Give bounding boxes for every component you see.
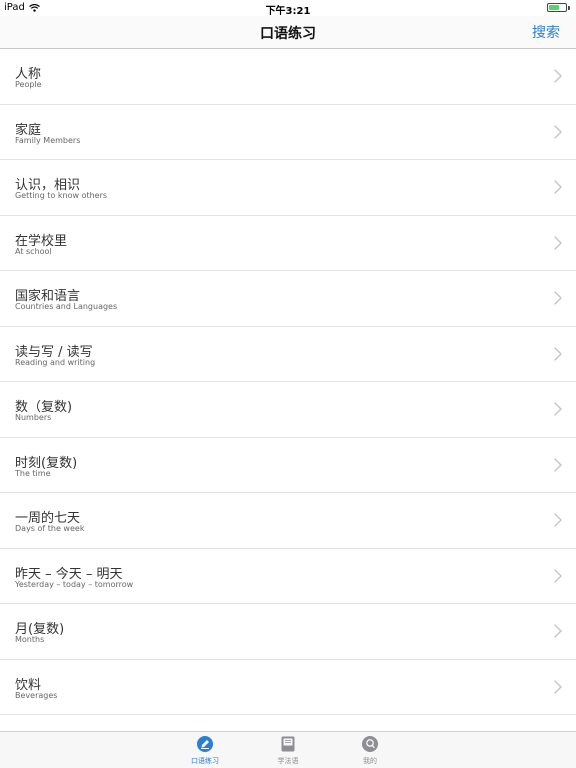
- list-item-subtitle: Months: [15, 635, 45, 644]
- status-bar: iPad 下午3:21: [0, 0, 576, 17]
- profile-icon: [362, 736, 378, 752]
- tab-speaking-practice[interactable]: 口语练习: [175, 735, 235, 766]
- list-item[interactable]: 一周的七天 Days of the week: [0, 493, 576, 549]
- list-item[interactable]: 在学校里 At school: [0, 216, 576, 271]
- chevron-right-icon: [554, 291, 562, 305]
- page-title: 口语练习: [260, 26, 316, 42]
- battery-icon: [547, 3, 567, 12]
- list-item[interactable]: 家庭 Family Members: [0, 105, 576, 160]
- chevron-right-icon: [554, 513, 562, 527]
- chevron-right-icon: [554, 124, 562, 139]
- list-item[interactable]: 昨天 – 今天 – 明天 Yesterday – today – tomorro…: [0, 549, 576, 604]
- tab-learn-french[interactable]: 学法语: [258, 735, 318, 766]
- chevron-right-icon: [554, 457, 562, 472]
- chevron-right-icon: [554, 235, 562, 250]
- list-item[interactable]: 数（复数) Numbers: [0, 382, 576, 438]
- list-item-subtitle: Beverages: [15, 690, 58, 700]
- list-item[interactable]: 国家和语言 Countries and Languages: [0, 271, 576, 327]
- battery-tip: [568, 5, 570, 10]
- chevron-right-icon: [554, 180, 562, 194]
- list-item[interactable]: 认识，相识 Getting to know others: [0, 160, 576, 216]
- navigation-bar: 口语练习 搜索: [0, 16, 576, 49]
- list-item-subtitle: Family Members: [15, 135, 81, 145]
- list-item-subtitle: Days of the week: [15, 524, 85, 533]
- chevron-right-icon: [554, 69, 562, 83]
- chevron-right-icon: [554, 346, 562, 361]
- chevron-right-icon: [554, 624, 562, 638]
- status-time: 下午3:21: [265, 6, 311, 17]
- list-item-subtitle: At school: [15, 246, 52, 256]
- list-item[interactable]: 饮料 Beverages: [0, 660, 576, 715]
- list-item-subtitle: Countries and Languages: [15, 302, 118, 311]
- tab-bar: 口语练习 学法语 我的: [0, 731, 576, 768]
- tab-profile[interactable]: 我的: [340, 735, 400, 766]
- book-icon: [281, 736, 295, 752]
- lesson-list: 人称 People 家庭 Family Members 认识，相识 Gettin…: [0, 49, 576, 731]
- list-item-subtitle: Getting to know others: [15, 191, 108, 200]
- list-item-subtitle: People: [15, 80, 42, 89]
- status-right: [547, 3, 570, 12]
- battery-level: [549, 5, 560, 10]
- chevron-right-icon: [554, 568, 562, 583]
- list-item-subtitle: Yesterday – today – tomorrow: [15, 579, 134, 589]
- list-item-subtitle: Numbers: [15, 413, 52, 422]
- chevron-right-icon: [554, 402, 562, 416]
- list-item-subtitle: Reading and writing: [15, 357, 96, 367]
- tab-label: 口语练习: [191, 757, 219, 765]
- list-item[interactable]: 人称 People: [0, 49, 576, 105]
- search-button[interactable]: 搜索: [532, 22, 560, 42]
- list-item[interactable]: 读与写 / 读写 Reading and writing: [0, 327, 576, 382]
- list-item[interactable]: 时刻(复数) The time: [0, 438, 576, 493]
- list-item-subtitle: The time: [15, 468, 51, 478]
- pencil-icon: [197, 736, 213, 752]
- chevron-right-icon: [554, 679, 562, 694]
- tab-label: 学法语: [277, 757, 299, 765]
- tab-label: 我的: [363, 757, 377, 765]
- list-item[interactable]: 月(复数) Months: [0, 604, 576, 660]
